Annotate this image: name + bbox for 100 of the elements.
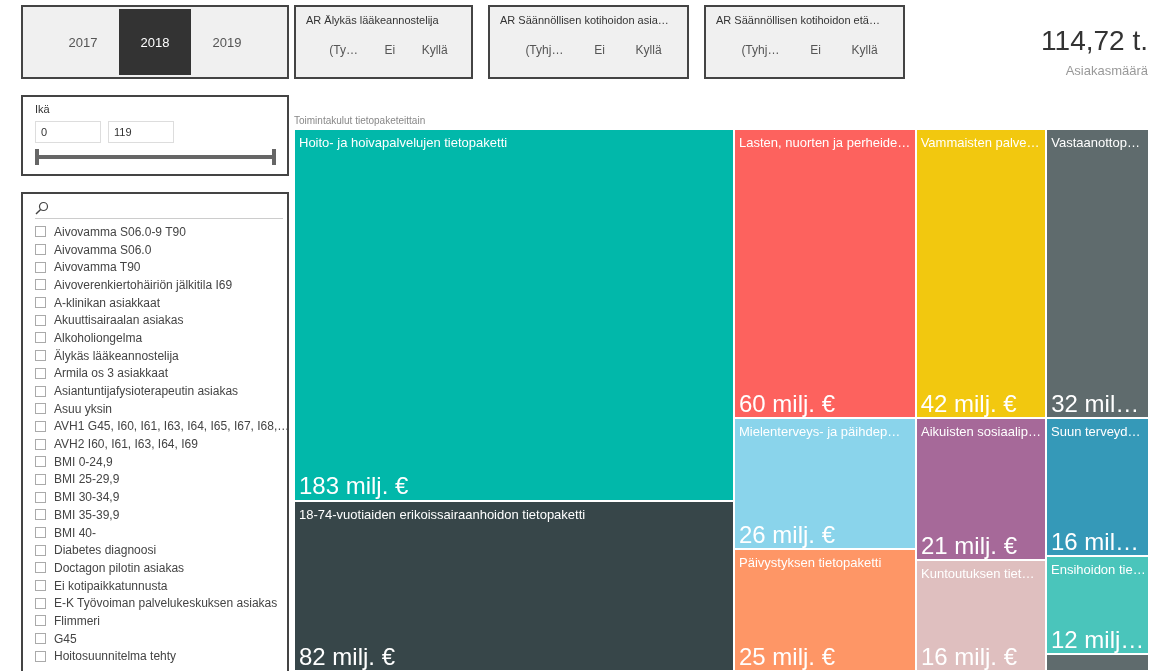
list-item[interactable]: G45 [35, 629, 283, 648]
year-option[interactable]: 2019 [191, 9, 263, 75]
list-item[interactable]: Alkoholiongelma [35, 329, 283, 347]
tile-label: Suun terveyd… [1051, 424, 1142, 440]
list-item[interactable]: Aivovamma S06.0 [35, 240, 283, 259]
checkbox[interactable] [35, 580, 46, 592]
item-label: BMI 25-29,9 [54, 472, 120, 487]
slicer-title: AR Säännöllisen kotihoidon asia… [500, 13, 669, 27]
list-item[interactable]: AVH2 I60, I61, I63, I64, I69 [35, 435, 283, 453]
search-icon[interactable] [35, 201, 49, 215]
slicer-option[interactable]: Kyllä [421, 43, 448, 57]
list-item[interactable]: Flimmeri [35, 612, 283, 630]
list-item[interactable]: A-klinikan asiakkaat [35, 293, 283, 312]
slicer-option[interactable]: Kyllä [635, 43, 662, 57]
checkbox[interactable] [35, 491, 46, 503]
list-item[interactable]: Ei kotipaikkatunnusta [35, 576, 283, 595]
checkbox[interactable] [35, 456, 46, 468]
list-item[interactable]: BMI 40- [35, 523, 283, 542]
tile-amount: 16 mil… [1051, 528, 1141, 556]
slicer-title: Ikä [35, 103, 51, 115]
checkbox[interactable] [35, 509, 46, 521]
tile-label: Aikuisten sosiaalip… [921, 424, 1041, 440]
checkbox[interactable] [35, 420, 46, 432]
tile-amount: 26 milj. € [739, 521, 837, 548]
tile-label: Vastaanottop… [1051, 134, 1141, 150]
tile-amount: 183 milj. € [299, 473, 410, 500]
year-option[interactable]: 2018 [119, 9, 191, 75]
year-option[interactable]: 2017 [47, 9, 119, 75]
tile-amount: 60 milj. € [739, 391, 837, 418]
checkbox[interactable] [35, 314, 46, 326]
checkbox[interactable] [35, 544, 46, 556]
list-item[interactable]: Akuuttisairaalan asiakas [35, 311, 283, 330]
checkbox[interactable] [35, 385, 46, 397]
list-item[interactable]: Asuu yksin [35, 399, 283, 418]
slicer-option[interactable]: Kyllä [851, 43, 878, 57]
list-item[interactable]: Hoitosuunnitelma tehty [35, 647, 283, 666]
list-item[interactable]: Doctagon pilotin asiakas [35, 559, 283, 577]
checkbox[interactable] [35, 261, 46, 273]
treemap-tile[interactable]: 18-74-vuotiaiden erikoissairaanhoidon tietopaketti 82 milj. € [294, 500, 734, 671]
checkbox[interactable] [35, 438, 46, 450]
list-item[interactable]: Aivovamma S06.0-9 T90 [35, 223, 283, 241]
item-label: AVH1 G45, I60, I61, I63, I64, I65, I67, I68,… [54, 419, 287, 434]
list-item[interactable]: BMI 30-34,9 [35, 488, 283, 506]
tile-label: Hoito- ja hoivapalvelujen tietopaketti [299, 134, 509, 150]
tile-amount: 42 milj. € [920, 391, 1018, 418]
slicer-option[interactable]: (Tyhj… [741, 43, 780, 57]
tile-label: Vammaisten palve… [920, 134, 1041, 150]
checkbox[interactable] [35, 597, 46, 609]
item-label: Asuu yksin [54, 401, 113, 416]
checkbox[interactable] [35, 367, 46, 379]
item-label: Hoitosuunnitelma tehty [54, 649, 177, 664]
slicer-option[interactable]: Ei [384, 43, 396, 57]
list-item[interactable]: Diabetes diagnoosi [35, 541, 283, 560]
min-input[interactable]: 0 [35, 121, 101, 143]
kpi-label: Asiakasmäärä [1065, 63, 1148, 78]
checkbox[interactable] [35, 562, 46, 574]
item-label: Aivoverenkiertohäiriön jälkitila I69 [54, 277, 233, 292]
item-label: Doctagon pilotin asiakas [54, 560, 185, 575]
checkbox[interactable] [35, 403, 46, 415]
list-item[interactable]: BMI 35-39,9 [35, 506, 283, 524]
slicer-option[interactable]: Ei [810, 43, 821, 57]
slicer-option[interactable]: (Ty… [329, 43, 358, 57]
treemap-tile[interactable]: Vastaanottop… 32 mil… [1046, 128, 1149, 419]
slicer-option[interactable]: Ei [594, 43, 605, 57]
checkbox[interactable] [35, 350, 46, 362]
slicer-option[interactable]: (Tyhj… [525, 43, 564, 57]
checkbox[interactable] [35, 633, 46, 645]
list-item[interactable]: E-K Työvoiman palvelukeskuksen asiakas [35, 594, 283, 613]
item-label: Aivovamma S06.0 [54, 242, 152, 257]
checkbox[interactable] [35, 650, 46, 662]
item-label: BMI 35-39,9 [54, 507, 120, 522]
item-label: E-K Työvoiman palvelukeskuksen asiakas [54, 596, 278, 611]
list-item[interactable]: Aivoverenkiertohäiriön jälkitila I69 [35, 276, 283, 294]
item-label: Akuuttisairaalan asiakas [54, 313, 184, 328]
tile-label: Päivystyksen tietopaketti [739, 554, 883, 570]
checkbox[interactable] [35, 473, 46, 485]
list-item[interactable]: Asiantuntijafysioterapeutin asiakas [35, 382, 283, 400]
tile-label: Ensihoidon tie… [1051, 562, 1144, 578]
checkbox[interactable] [35, 297, 46, 309]
tile-label: 18-74-vuotiaiden erikoissairaanhoidon tietopaketti [299, 506, 587, 522]
tile-amount: 12 milj… [1051, 626, 1144, 653]
checkbox[interactable] [35, 332, 46, 344]
item-label: BMI 40- [54, 525, 96, 540]
list-item[interactable]: Armila os 3 asiakkaat [35, 364, 283, 383]
tile-label: Lasten, nuorten ja perheide… [739, 134, 911, 150]
treemap-tile[interactable]: Aikuisten sosiaalip… 21 milj. € [916, 418, 1046, 561]
item-label: Armila os 3 asiakkaat [54, 366, 169, 381]
list-item[interactable]: Aivovamma T90 [35, 258, 283, 277]
slicer-title: AR Säännöllisen kotihoidon etä… [716, 13, 880, 27]
list-item[interactable]: Älykäs lääkeannostelija [35, 346, 283, 365]
list-item[interactable]: BMI 0-24,9 [35, 452, 283, 471]
checkbox[interactable] [35, 615, 46, 627]
checkbox[interactable] [35, 226, 46, 238]
list-item[interactable]: BMI 25-29,9 [35, 470, 283, 489]
checkbox[interactable] [35, 279, 46, 291]
max-input[interactable]: 119 [108, 121, 174, 143]
item-label: Alkoholiongelma [54, 330, 143, 345]
checkbox[interactable] [35, 527, 46, 539]
checkbox[interactable] [35, 244, 46, 256]
item-label: Flimmeri [54, 613, 100, 628]
